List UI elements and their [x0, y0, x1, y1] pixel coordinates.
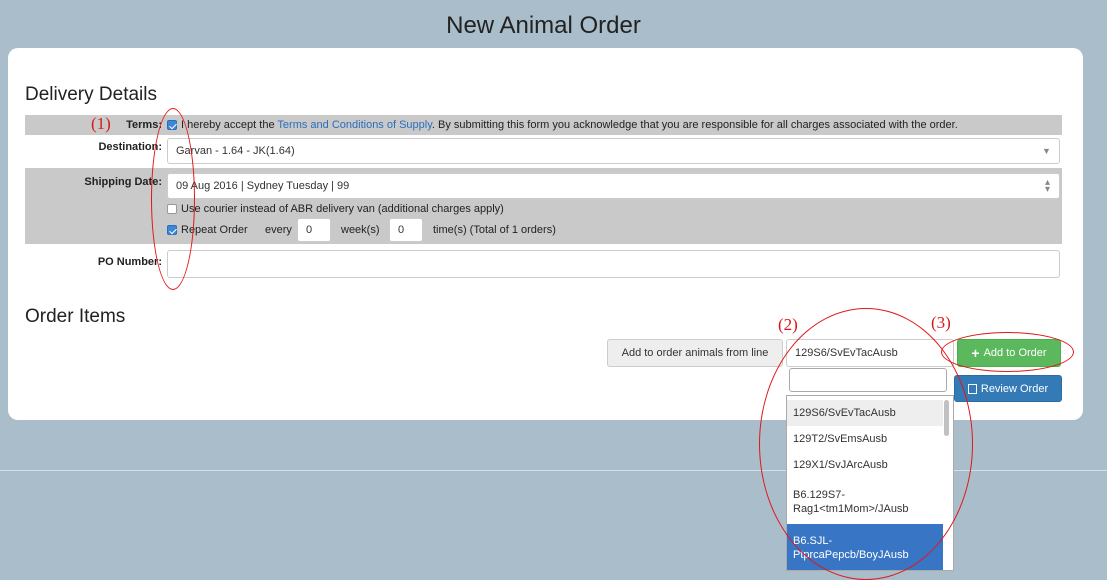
times-value: 0: [398, 224, 405, 236]
every-label: every: [265, 224, 292, 236]
page-title: New Animal Order: [446, 12, 641, 39]
review-order-label: Review Order: [980, 382, 1049, 395]
shipping-date-value: 09 Aug 2016 | Sydney Tuesday | 99: [176, 180, 350, 192]
list-icon: [967, 383, 977, 394]
up-down-caret-icon: ▴ ▾: [1045, 177, 1051, 195]
destination-label: Destination:: [98, 141, 162, 153]
delivery-details-title: Delivery Details: [25, 84, 157, 105]
destination-select[interactable]: Garvan - 1.64 - JK(1.64): [167, 138, 1060, 164]
terms-text-before: I hereby accept the: [181, 119, 275, 131]
annotation-label-1: (1): [91, 114, 111, 133]
review-order-button[interactable]: Review Order: [954, 375, 1062, 402]
terms-text-after: . By submitting this form you acknowledg…: [431, 119, 958, 131]
terms-link[interactable]: Terms and Conditions of Supply: [277, 119, 432, 131]
times-label: time(s) (Total of 1 orders): [433, 224, 556, 236]
chevron-down-icon: ▼: [1042, 146, 1051, 156]
shipping-date-select[interactable]: 09 Aug 2016 | Sydney Tuesday | 99: [167, 173, 1060, 199]
order-items-title: Order Items: [25, 306, 126, 327]
annotation-ellipse-1: [151, 108, 195, 290]
shipping-date-label: Shipping Date:: [84, 176, 162, 188]
annotation-label-3: (3): [931, 313, 951, 332]
every-weeks-value: 0: [306, 224, 313, 236]
times-input[interactable]: 0: [389, 218, 423, 242]
annotation-ellipse-3: [941, 332, 1074, 372]
po-number-label: PO Number:: [97, 256, 162, 268]
destination-value: Garvan - 1.64 - JK(1.64): [176, 145, 295, 157]
weeks-label: week(s): [341, 224, 380, 236]
every-weeks-input[interactable]: 0: [297, 218, 331, 242]
terms-text: I hereby accept the Terms and Conditions…: [181, 119, 958, 131]
add-from-line-label: Add to order animals from line: [607, 339, 783, 367]
po-number-input[interactable]: [167, 250, 1060, 278]
courier-label: Use courier instead of ABR delivery van …: [181, 203, 504, 215]
annotation-label-2: (2): [778, 315, 798, 334]
